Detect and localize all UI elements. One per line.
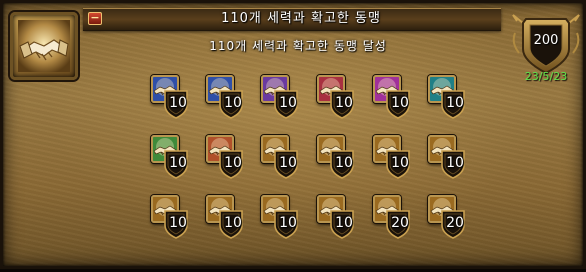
criteria-points-value: 10 — [169, 95, 187, 111]
criteria-item[interactable]: 10 — [147, 71, 201, 121]
criteria-item[interactable]: 10 — [202, 71, 256, 121]
criteria-grid: 10 10 10 10 10 10 10 10 10 10 10 10 10 10 10 10 20 20 — [3, 3, 586, 272]
criteria-points-value: 10 — [446, 95, 464, 111]
criteria-item[interactable]: 10 — [369, 71, 423, 121]
criteria-item[interactable]: 10 — [257, 131, 311, 181]
criteria-points-value: 20 — [391, 215, 409, 231]
criteria-item[interactable]: 20 — [369, 191, 423, 241]
criteria-item[interactable]: 10 — [257, 191, 311, 241]
criteria-item[interactable]: 10 — [147, 191, 201, 241]
criteria-points-value: 10 — [169, 155, 187, 171]
criteria-item[interactable]: 10 — [147, 131, 201, 181]
criteria-item[interactable]: 10 — [202, 131, 256, 181]
criteria-item[interactable]: 10 — [313, 131, 367, 181]
criteria-points-value: 10 — [335, 95, 353, 111]
criteria-item[interactable]: 10 — [257, 71, 311, 121]
criteria-points-value: 10 — [169, 215, 187, 231]
criteria-item[interactable]: 10 — [424, 71, 478, 121]
criteria-points-value: 10 — [446, 155, 464, 171]
criteria-points-value: 10 — [391, 155, 409, 171]
criteria-points-value: 10 — [335, 215, 353, 231]
criteria-points-value: 10 — [279, 215, 297, 231]
criteria-item[interactable]: 10 — [424, 131, 478, 181]
criteria-item[interactable]: 10 — [313, 191, 367, 241]
criteria-points-value: 10 — [224, 215, 242, 231]
criteria-item[interactable]: 20 — [424, 191, 478, 241]
criteria-item[interactable]: 10 — [313, 71, 367, 121]
criteria-points-value: 10 — [335, 155, 353, 171]
criteria-points-value: 10 — [224, 95, 242, 111]
criteria-points-value: 10 — [224, 155, 242, 171]
criteria-points-value: 10 — [279, 155, 297, 171]
criteria-item[interactable]: 10 — [369, 131, 423, 181]
achievement-panel[interactable]: − 110개 세력과 확고한 동맹 110개 세력과 확고한 동맹 달성 200… — [0, 0, 586, 269]
criteria-item[interactable]: 10 — [202, 191, 256, 241]
criteria-points-value: 20 — [446, 215, 464, 231]
criteria-points-value: 10 — [279, 95, 297, 111]
criteria-points-value: 10 — [391, 95, 409, 111]
